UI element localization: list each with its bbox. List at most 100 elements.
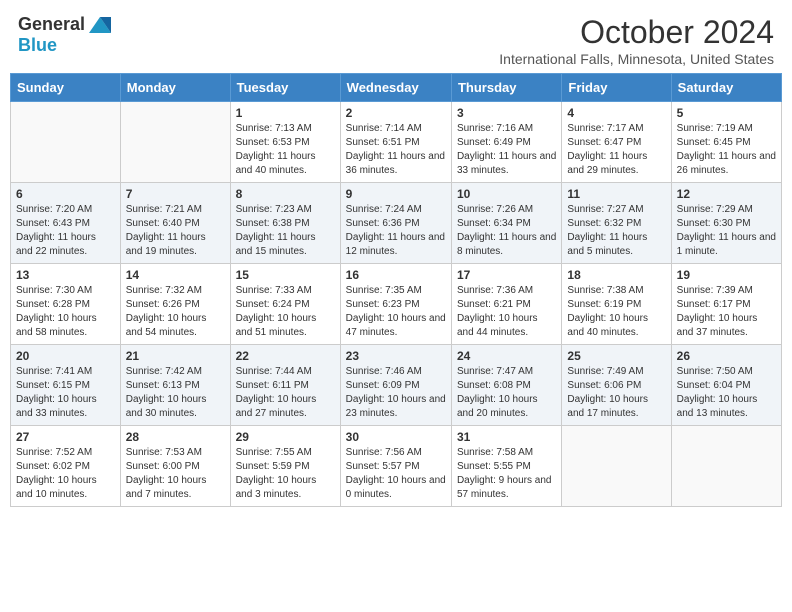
day-info: Sunrise: 7:35 AM Sunset: 6:23 PM Dayligh… [346,284,446,340]
location-title: International Falls, Minnesota, United S… [499,51,774,67]
calendar-cell: 18Sunrise: 7:38 AM Sunset: 6:19 PM Dayli… [562,264,671,345]
day-info: Sunrise: 7:53 AM Sunset: 6:00 PM Dayligh… [126,446,225,502]
day-info: Sunrise: 7:56 AM Sunset: 5:57 PM Dayligh… [346,446,446,502]
day-info: Sunrise: 7:32 AM Sunset: 6:26 PM Dayligh… [126,284,225,340]
day-info: Sunrise: 7:33 AM Sunset: 6:24 PM Dayligh… [236,284,335,340]
calendar-cell: 6 Sunrise: 7:20 AM Sunset: 6:43 PM Daylig… [11,183,121,264]
day-info: Sunrise: 7:58 AM Sunset: 5:55 PM Dayligh… [457,446,556,502]
page-header: General Blue October 2024 International … [0,0,792,73]
day-info: Sunrise: 7:20 AM Sunset: 6:43 PM Dayligh… [16,203,115,259]
day-number: 4 [567,106,665,120]
calendar-cell: 10 Sunrise: 7:26 AM Sunset: 6:34 PM Dayli… [451,183,561,264]
day-info: Sunrise: 7:47 AM Sunset: 6:08 PM Dayligh… [457,365,556,421]
day-number: 14 [126,268,225,282]
day-info: Sunrise: 7:29 AM Sunset: 6:30 PM Dayligh… [677,203,776,259]
calendar-cell: 11Sunrise: 7:27 AM Sunset: 6:32 PM Dayli… [562,183,671,264]
day-number: 9 [346,187,446,201]
day-info: Sunrise: 7:49 AM Sunset: 6:06 PM Dayligh… [567,365,665,421]
calendar-cell: 21 Sunrise: 7:42 AM Sunset: 6:13 PM Dayli… [120,345,230,426]
calendar-table: SundayMondayTuesdayWednesdayThursdayFrid… [10,73,782,507]
logo-text: General [18,14,113,35]
day-number: 25 [567,349,665,363]
day-info: Sunrise: 7:38 AM Sunset: 6:19 PM Dayligh… [567,284,665,340]
day-number: 12 [677,187,776,201]
day-number: 29 [236,430,335,444]
day-number: 10 [457,187,556,201]
calendar-cell: 23 Sunrise: 7:46 AM Sunset: 6:09 PM Dayli… [340,345,451,426]
day-info: Sunrise: 7:14 AM Sunset: 6:51 PM Dayligh… [346,122,446,178]
calendar-cell [11,102,121,183]
calendar-cell: 9Sunrise: 7:24 AM Sunset: 6:36 PM Daylig… [340,183,451,264]
day-header-sunday: Sunday [11,74,121,102]
calendar-cell: 5 Sunrise: 7:19 AM Sunset: 6:45 PM Daylig… [671,102,781,183]
day-info: Sunrise: 7:50 AM Sunset: 6:04 PM Dayligh… [677,365,776,421]
day-number: 16 [346,268,446,282]
calendar-cell [120,102,230,183]
day-number: 3 [457,106,556,120]
calendar-cell: 2 Sunrise: 7:14 AM Sunset: 6:51 PM Daylig… [340,102,451,183]
calendar-cell: 17 Sunrise: 7:36 AM Sunset: 6:21 PM Dayli… [451,264,561,345]
calendar-cell [671,426,781,507]
day-info: Sunrise: 7:26 AM Sunset: 6:34 PM Dayligh… [457,203,556,259]
calendar-cell: 31Sunrise: 7:58 AM Sunset: 5:55 PM Dayli… [451,426,561,507]
day-info: Sunrise: 7:46 AM Sunset: 6:09 PM Dayligh… [346,365,446,421]
month-title: October 2024 [499,14,774,51]
week-row-1: 1Sunrise: 7:13 AM Sunset: 6:53 PM Daylig… [11,102,782,183]
day-number: 27 [16,430,115,444]
calendar-cell: 3Sunrise: 7:16 AM Sunset: 6:49 PM Daylig… [451,102,561,183]
calendar-cell: 12 Sunrise: 7:29 AM Sunset: 6:30 PM Dayli… [671,183,781,264]
logo-blue: Blue [18,35,113,56]
day-number: 24 [457,349,556,363]
calendar-cell: 25 Sunrise: 7:49 AM Sunset: 6:06 PM Dayli… [562,345,671,426]
logo-general: General [18,14,85,34]
day-number: 8 [236,187,335,201]
calendar-cell: 7Sunrise: 7:21 AM Sunset: 6:40 PM Daylig… [120,183,230,264]
day-number: 23 [346,349,446,363]
day-number: 28 [126,430,225,444]
day-number: 2 [346,106,446,120]
week-row-4: 20 Sunrise: 7:41 AM Sunset: 6:15 PM Dayli… [11,345,782,426]
day-header-wednesday: Wednesday [340,74,451,102]
day-number: 26 [677,349,776,363]
day-number: 7 [126,187,225,201]
week-row-5: 27 Sunrise: 7:52 AM Sunset: 6:02 PM Dayli… [11,426,782,507]
day-info: Sunrise: 7:41 AM Sunset: 6:15 PM Dayligh… [16,365,115,421]
day-number: 6 [16,187,115,201]
day-header-thursday: Thursday [451,74,561,102]
calendar-cell: 15 Sunrise: 7:33 AM Sunset: 6:24 PM Dayli… [230,264,340,345]
calendar-cell: 30Sunrise: 7:56 AM Sunset: 5:57 PM Dayli… [340,426,451,507]
day-number: 22 [236,349,335,363]
logo: General Blue [18,14,113,56]
calendar-cell: 19Sunrise: 7:39 AM Sunset: 6:17 PM Dayli… [671,264,781,345]
day-info: Sunrise: 7:30 AM Sunset: 6:28 PM Dayligh… [16,284,115,340]
title-block: October 2024 International Falls, Minnes… [499,14,774,67]
calendar-container: SundayMondayTuesdayWednesdayThursdayFrid… [0,73,792,527]
day-number: 21 [126,349,225,363]
calendar-cell: 28 Sunrise: 7:53 AM Sunset: 6:00 PM Dayli… [120,426,230,507]
day-info: Sunrise: 7:52 AM Sunset: 6:02 PM Dayligh… [16,446,115,502]
day-number: 17 [457,268,556,282]
day-info: Sunrise: 7:42 AM Sunset: 6:13 PM Dayligh… [126,365,225,421]
calendar-cell: 20 Sunrise: 7:41 AM Sunset: 6:15 PM Dayli… [11,345,121,426]
logo-icon [87,15,113,35]
week-row-3: 13 Sunrise: 7:30 AM Sunset: 6:28 PM Dayli… [11,264,782,345]
day-number: 13 [16,268,115,282]
day-number: 20 [16,349,115,363]
day-info: Sunrise: 7:19 AM Sunset: 6:45 PM Dayligh… [677,122,776,178]
header-row: SundayMondayTuesdayWednesdayThursdayFrid… [11,74,782,102]
calendar-header: SundayMondayTuesdayWednesdayThursdayFrid… [11,74,782,102]
day-number: 15 [236,268,335,282]
day-info: Sunrise: 7:27 AM Sunset: 6:32 PM Dayligh… [567,203,665,259]
day-header-saturday: Saturday [671,74,781,102]
day-number: 5 [677,106,776,120]
day-info: Sunrise: 7:44 AM Sunset: 6:11 PM Dayligh… [236,365,335,421]
calendar-cell [562,426,671,507]
day-info: Sunrise: 7:23 AM Sunset: 6:38 PM Dayligh… [236,203,335,259]
day-header-tuesday: Tuesday [230,74,340,102]
day-info: Sunrise: 7:13 AM Sunset: 6:53 PM Dayligh… [236,122,335,178]
calendar-cell: 14 Sunrise: 7:32 AM Sunset: 6:26 PM Dayli… [120,264,230,345]
calendar-cell: 16 Sunrise: 7:35 AM Sunset: 6:23 PM Dayli… [340,264,451,345]
day-info: Sunrise: 7:55 AM Sunset: 5:59 PM Dayligh… [236,446,335,502]
day-header-friday: Friday [562,74,671,102]
day-info: Sunrise: 7:36 AM Sunset: 6:21 PM Dayligh… [457,284,556,340]
